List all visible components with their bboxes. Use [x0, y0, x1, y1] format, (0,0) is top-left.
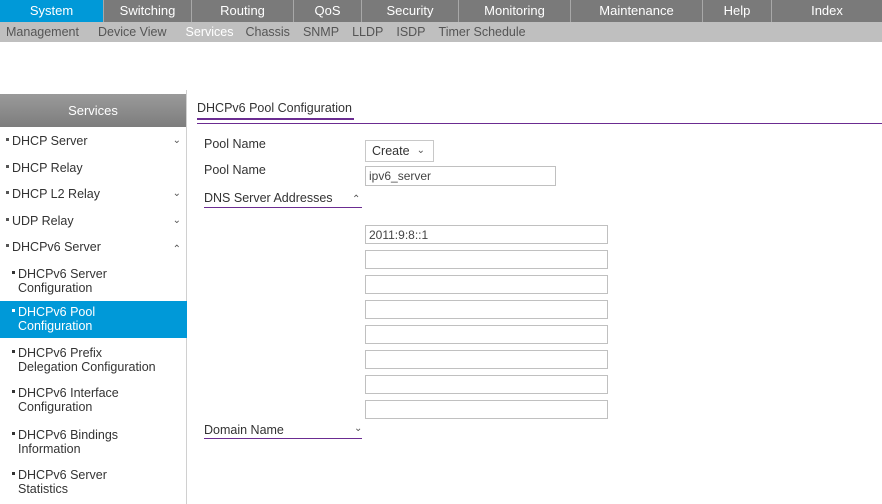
bullet-icon — [6, 191, 9, 195]
submenu-timer-schedule[interactable]: Timer Schedule — [439, 22, 526, 42]
sidebar-item-udp-relay[interactable]: UDP Relay ⌄ — [0, 214, 187, 228]
dns-server-input-5[interactable] — [365, 325, 608, 344]
dns-server-addresses-section[interactable]: DNS Server Addresses — [204, 191, 364, 207]
chevron-down-icon: ⌄ — [172, 188, 181, 199]
dns-server-input-4[interactable] — [365, 300, 608, 319]
menu-routing[interactable]: Routing — [192, 0, 294, 22]
menu-maintenance[interactable]: Maintenance — [571, 0, 703, 22]
menu-monitoring[interactable]: Monitoring — [459, 0, 571, 22]
sidebar-sub-label: DHCPv6 Prefix — [18, 346, 103, 360]
sidebar: Services DHCP Server ⌄ DHCP Relay DHCP L… — [0, 90, 187, 504]
domain-section-underline — [204, 438, 362, 439]
sidebar-sub-dhcpv6-server-config[interactable]: DHCPv6 Server Configuration — [0, 265, 187, 297]
sidebar-sub-label: DHCPv6 Interface — [18, 386, 119, 400]
bullet-icon — [6, 218, 9, 222]
sidebar-item-label: DHCP Relay — [12, 161, 83, 175]
bullet-icon — [6, 165, 9, 169]
chevron-down-icon[interactable]: ⌄ — [354, 423, 362, 434]
dns-section-underline — [204, 207, 362, 208]
tab-dhcpv6-pool-config[interactable]: DHCPv6 Pool Configuration — [197, 101, 354, 120]
sidebar-sub-label: DHCPv6 Server — [18, 468, 107, 482]
sidebar-sub-label: Configuration — [18, 400, 93, 414]
dns-server-input-6[interactable] — [365, 350, 608, 369]
sidebar-sub-dhcpv6-bindings-info[interactable]: DHCPv6 Bindings Information — [0, 428, 187, 460]
submenu-services[interactable]: Services — [186, 22, 234, 42]
pool-name-input[interactable] — [365, 166, 556, 186]
sidebar-sub-label: Statistics — [18, 482, 69, 496]
sidebar-sub-label: DHCPv6 Bindings — [18, 428, 119, 442]
dns-server-input-1[interactable] — [365, 225, 608, 244]
sidebar-sub-dhcpv6-interface-config[interactable]: DHCPv6 Interface Configuration — [0, 386, 187, 418]
domain-name-section[interactable]: Domain Name — [204, 423, 364, 439]
chevron-up-icon: ⌃ — [172, 244, 181, 255]
submenu-isdp[interactable]: ISDP — [396, 22, 425, 42]
bullet-icon — [12, 432, 15, 436]
sidebar-sub-label: Delegation Configuration — [18, 360, 156, 374]
bullet-icon — [12, 350, 15, 354]
submenu-lldp[interactable]: LLDP — [352, 22, 383, 42]
chevron-down-icon: ⌄ — [172, 135, 181, 146]
pool-name-select[interactable]: Create ⌄ — [365, 140, 434, 162]
pool-name-label-2: Pool Name — [204, 163, 266, 177]
sidebar-sub-label: Configuration — [18, 319, 93, 333]
sidebar-sub-dhcpv6-prefix-delegation[interactable]: DHCPv6 Prefix Delegation Configuration — [0, 346, 187, 378]
dns-server-input-8[interactable] — [365, 400, 608, 419]
menu-security[interactable]: Security — [362, 0, 459, 22]
chevron-up-icon[interactable]: ⌃ — [352, 194, 360, 205]
sidebar-sub-label: Information — [18, 442, 81, 456]
chevron-down-icon: ⌄ — [172, 215, 181, 226]
sidebar-item-label: DHCP Server — [12, 134, 88, 148]
sidebar-sub-dhcpv6-server-statistics[interactable]: DHCPv6 Server Statistics — [0, 468, 187, 500]
pool-name-select-value: Create — [372, 144, 410, 158]
dns-server-input-7[interactable] — [365, 375, 608, 394]
dns-server-input-3[interactable] — [365, 275, 608, 294]
menu-switching[interactable]: Switching — [104, 0, 192, 22]
sidebar-sub-label: DHCPv6 Server — [18, 267, 107, 281]
sidebar-item-dhcp-relay[interactable]: DHCP Relay — [0, 161, 187, 175]
menu-help[interactable]: Help — [703, 0, 772, 22]
submenu-management[interactable]: Management — [6, 22, 79, 42]
domain-section-label: Domain Name — [204, 423, 284, 437]
menu-index[interactable]: Index — [772, 0, 882, 22]
bullet-icon — [12, 309, 15, 313]
bullet-icon — [6, 244, 9, 248]
dns-server-input-2[interactable] — [365, 250, 608, 269]
sidebar-sub-dhcpv6-pool-config[interactable]: DHCPv6 Pool Configuration — [0, 301, 187, 338]
bullet-icon — [6, 138, 9, 142]
submenu-snmp[interactable]: SNMP — [303, 22, 339, 42]
sidebar-item-dhcp-l2-relay[interactable]: DHCP L2 Relay ⌄ — [0, 187, 187, 201]
chevron-down-icon: ⌄ — [416, 145, 425, 156]
submenu-chassis[interactable]: Chassis — [245, 22, 289, 42]
sidebar-title: Services — [0, 94, 186, 127]
bullet-icon — [12, 472, 15, 476]
sidebar-sub-label: DHCPv6 Pool — [18, 305, 96, 319]
sidebar-sub-label: Configuration — [18, 281, 93, 295]
main-content: DHCPv6 Pool Configuration Pool Name Crea… — [187, 90, 882, 504]
dns-section-label: DNS Server Addresses — [204, 191, 333, 205]
sidebar-item-dhcpv6-server[interactable]: DHCPv6 Server ⌃ — [0, 240, 187, 255]
sidebar-item-dhcp-server[interactable]: DHCP Server ⌄ — [0, 134, 187, 148]
menu-system[interactable]: System — [0, 0, 104, 22]
sub-menu: Management Device View Services Chassis … — [0, 22, 882, 62]
bullet-icon — [12, 390, 15, 394]
sidebar-item-label: DHCPv6 Server — [12, 240, 101, 254]
top-menu: System Switching Routing QoS Security Mo… — [0, 0, 882, 22]
tab-underline — [197, 123, 882, 124]
sidebar-item-label: UDP Relay — [12, 214, 74, 228]
submenu-device-view[interactable]: Device View — [98, 22, 167, 42]
menu-qos[interactable]: QoS — [294, 0, 362, 22]
submenu-spacer — [0, 42, 882, 62]
bullet-icon — [12, 271, 15, 275]
pool-name-label: Pool Name — [204, 137, 266, 151]
sidebar-item-label: DHCP L2 Relay — [12, 187, 101, 201]
